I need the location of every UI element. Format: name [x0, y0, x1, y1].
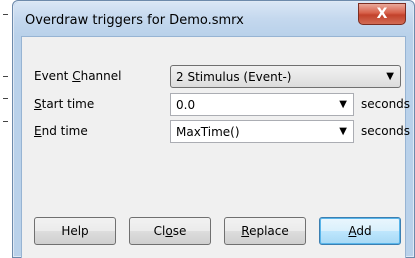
help-button[interactable]: Help [34, 217, 116, 245]
add-button[interactable]: Add [319, 217, 401, 245]
replace-button-label: Replace [241, 224, 288, 238]
label-text: Cl [153, 224, 166, 238]
label-accelerator: R [241, 224, 250, 238]
label-accelerator: E [34, 124, 42, 138]
event-channel-value: 2 Stimulus (Event-) [176, 70, 292, 84]
help-button-label: Help [61, 224, 89, 238]
end-time-combo[interactable]: MaxTime() ▼ [170, 120, 354, 143]
background-mark [3, 76, 8, 77]
label-text: hannel [80, 69, 122, 83]
chevron-down-icon[interactable]: ▼ [339, 99, 347, 110]
background-mark [3, 98, 8, 99]
end-time-value: MaxTime() [176, 125, 240, 139]
label-text: tart time [41, 97, 95, 111]
label-text: Event [34, 69, 73, 83]
chevron-down-icon[interactable]: ▼ [386, 71, 394, 82]
close-window-button[interactable]: X [358, 3, 406, 25]
start-time-label: Start time [34, 97, 94, 111]
background-mark [3, 14, 8, 15]
label-accelerator: o [165, 224, 173, 238]
label-accelerator: S [34, 97, 42, 111]
label-text: nd time [41, 124, 88, 138]
start-time-units: seconds [361, 97, 411, 111]
dialog-client-area: Event Channel 2 Stimulus (Event-) ▼ Star… [21, 36, 410, 258]
background-mark [3, 121, 8, 122]
window-title: Overdraw triggers for Demo.smrx [25, 13, 244, 28]
chevron-down-icon[interactable]: ▼ [339, 126, 347, 137]
event-channel-select[interactable]: 2 Stimulus (Event-) ▼ [170, 65, 401, 88]
start-time-combo[interactable]: 0.0 ▼ [170, 93, 354, 116]
close-button-label: Close [154, 224, 187, 238]
label-text: dd [356, 224, 372, 238]
label-text: se [172, 224, 187, 238]
replace-button[interactable]: Replace [224, 217, 306, 245]
end-time-units: seconds [361, 124, 411, 138]
label-text: eplace [249, 224, 289, 238]
add-button-label: Add [348, 224, 371, 238]
background-window-edge [0, 0, 12, 258]
event-channel-label: Event Channel [34, 69, 121, 83]
end-time-label: End time [34, 124, 88, 138]
overdraw-triggers-dialog: Overdraw triggers for Demo.smrx X Event … [12, 0, 415, 258]
start-time-value: 0.0 [176, 98, 196, 112]
close-button[interactable]: Close [129, 217, 211, 245]
close-icon: X [376, 6, 388, 22]
label-accelerator: C [72, 69, 81, 83]
title-bar[interactable]: Overdraw triggers for Demo.smrx X [14, 2, 413, 36]
